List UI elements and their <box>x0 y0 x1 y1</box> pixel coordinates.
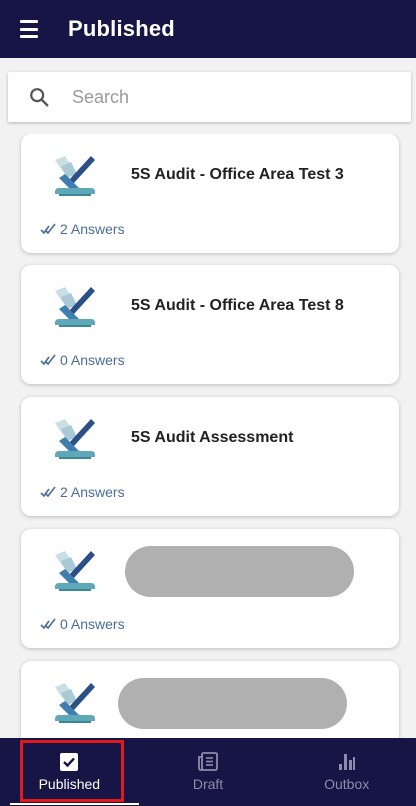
search-icon <box>30 88 49 107</box>
nav-label: Draft <box>192 776 224 792</box>
audit-form-icon <box>51 415 99 463</box>
double-check-icon <box>40 618 56 630</box>
answers-count-label: 2 Answers <box>60 484 125 500</box>
audit-card[interactable]: 5S Audit - Office Area Test 3 2 Answers <box>21 134 399 253</box>
audit-card[interactable]: 5S Audit - Office Area Test 8 0 Answers <box>21 265 399 384</box>
answers-count-label: 0 Answers <box>60 616 125 632</box>
audit-card[interactable] <box>21 661 399 738</box>
redacted-title <box>125 546 354 597</box>
nav-published[interactable]: Published <box>0 738 139 806</box>
nav-draft[interactable]: Draft <box>139 738 278 806</box>
double-check-icon <box>40 486 56 498</box>
page-title: Published <box>68 16 175 41</box>
search-input[interactable] <box>72 86 372 108</box>
answers-count: 2 Answers <box>40 484 125 500</box>
draft-document-icon <box>198 752 218 771</box>
audit-card[interactable]: 0 Answers <box>21 529 399 648</box>
app-bar: Published <box>0 0 416 58</box>
audit-card-title: 5S Audit - Office Area Test 3 <box>131 166 344 183</box>
double-check-icon <box>40 354 56 366</box>
checkbox-icon <box>60 753 79 771</box>
audit-form-icon <box>51 679 99 727</box>
audit-form-icon <box>51 547 99 595</box>
audit-card-title: 5S Audit Assessment <box>131 429 294 446</box>
audit-form-icon <box>51 283 99 331</box>
answers-count: 0 Answers <box>40 352 125 368</box>
search-bar[interactable] <box>8 72 411 122</box>
published-audit-list[interactable]: 5S Audit - Office Area Test 3 2 Answers … <box>0 134 416 738</box>
nav-label: Outbox <box>324 776 370 792</box>
nav-label: Published <box>38 776 101 792</box>
answers-count: 0 Answers <box>40 616 125 632</box>
audit-card-title: 5S Audit - Office Area Test 8 <box>131 297 344 314</box>
bar-chart-icon <box>338 754 355 770</box>
redacted-title <box>118 678 347 729</box>
answers-count-label: 2 Answers <box>60 221 125 237</box>
answers-count: 2 Answers <box>40 221 125 237</box>
double-check-icon <box>40 223 56 235</box>
nav-outbox[interactable]: Outbox <box>277 738 416 806</box>
audit-form-icon <box>51 152 99 200</box>
hamburger-menu-icon[interactable] <box>20 20 44 38</box>
audit-card[interactable]: 5S Audit Assessment 2 Answers <box>21 397 399 516</box>
bottom-navigation: Published Draft Outbox <box>0 738 416 806</box>
answers-count-label: 0 Answers <box>60 352 125 368</box>
